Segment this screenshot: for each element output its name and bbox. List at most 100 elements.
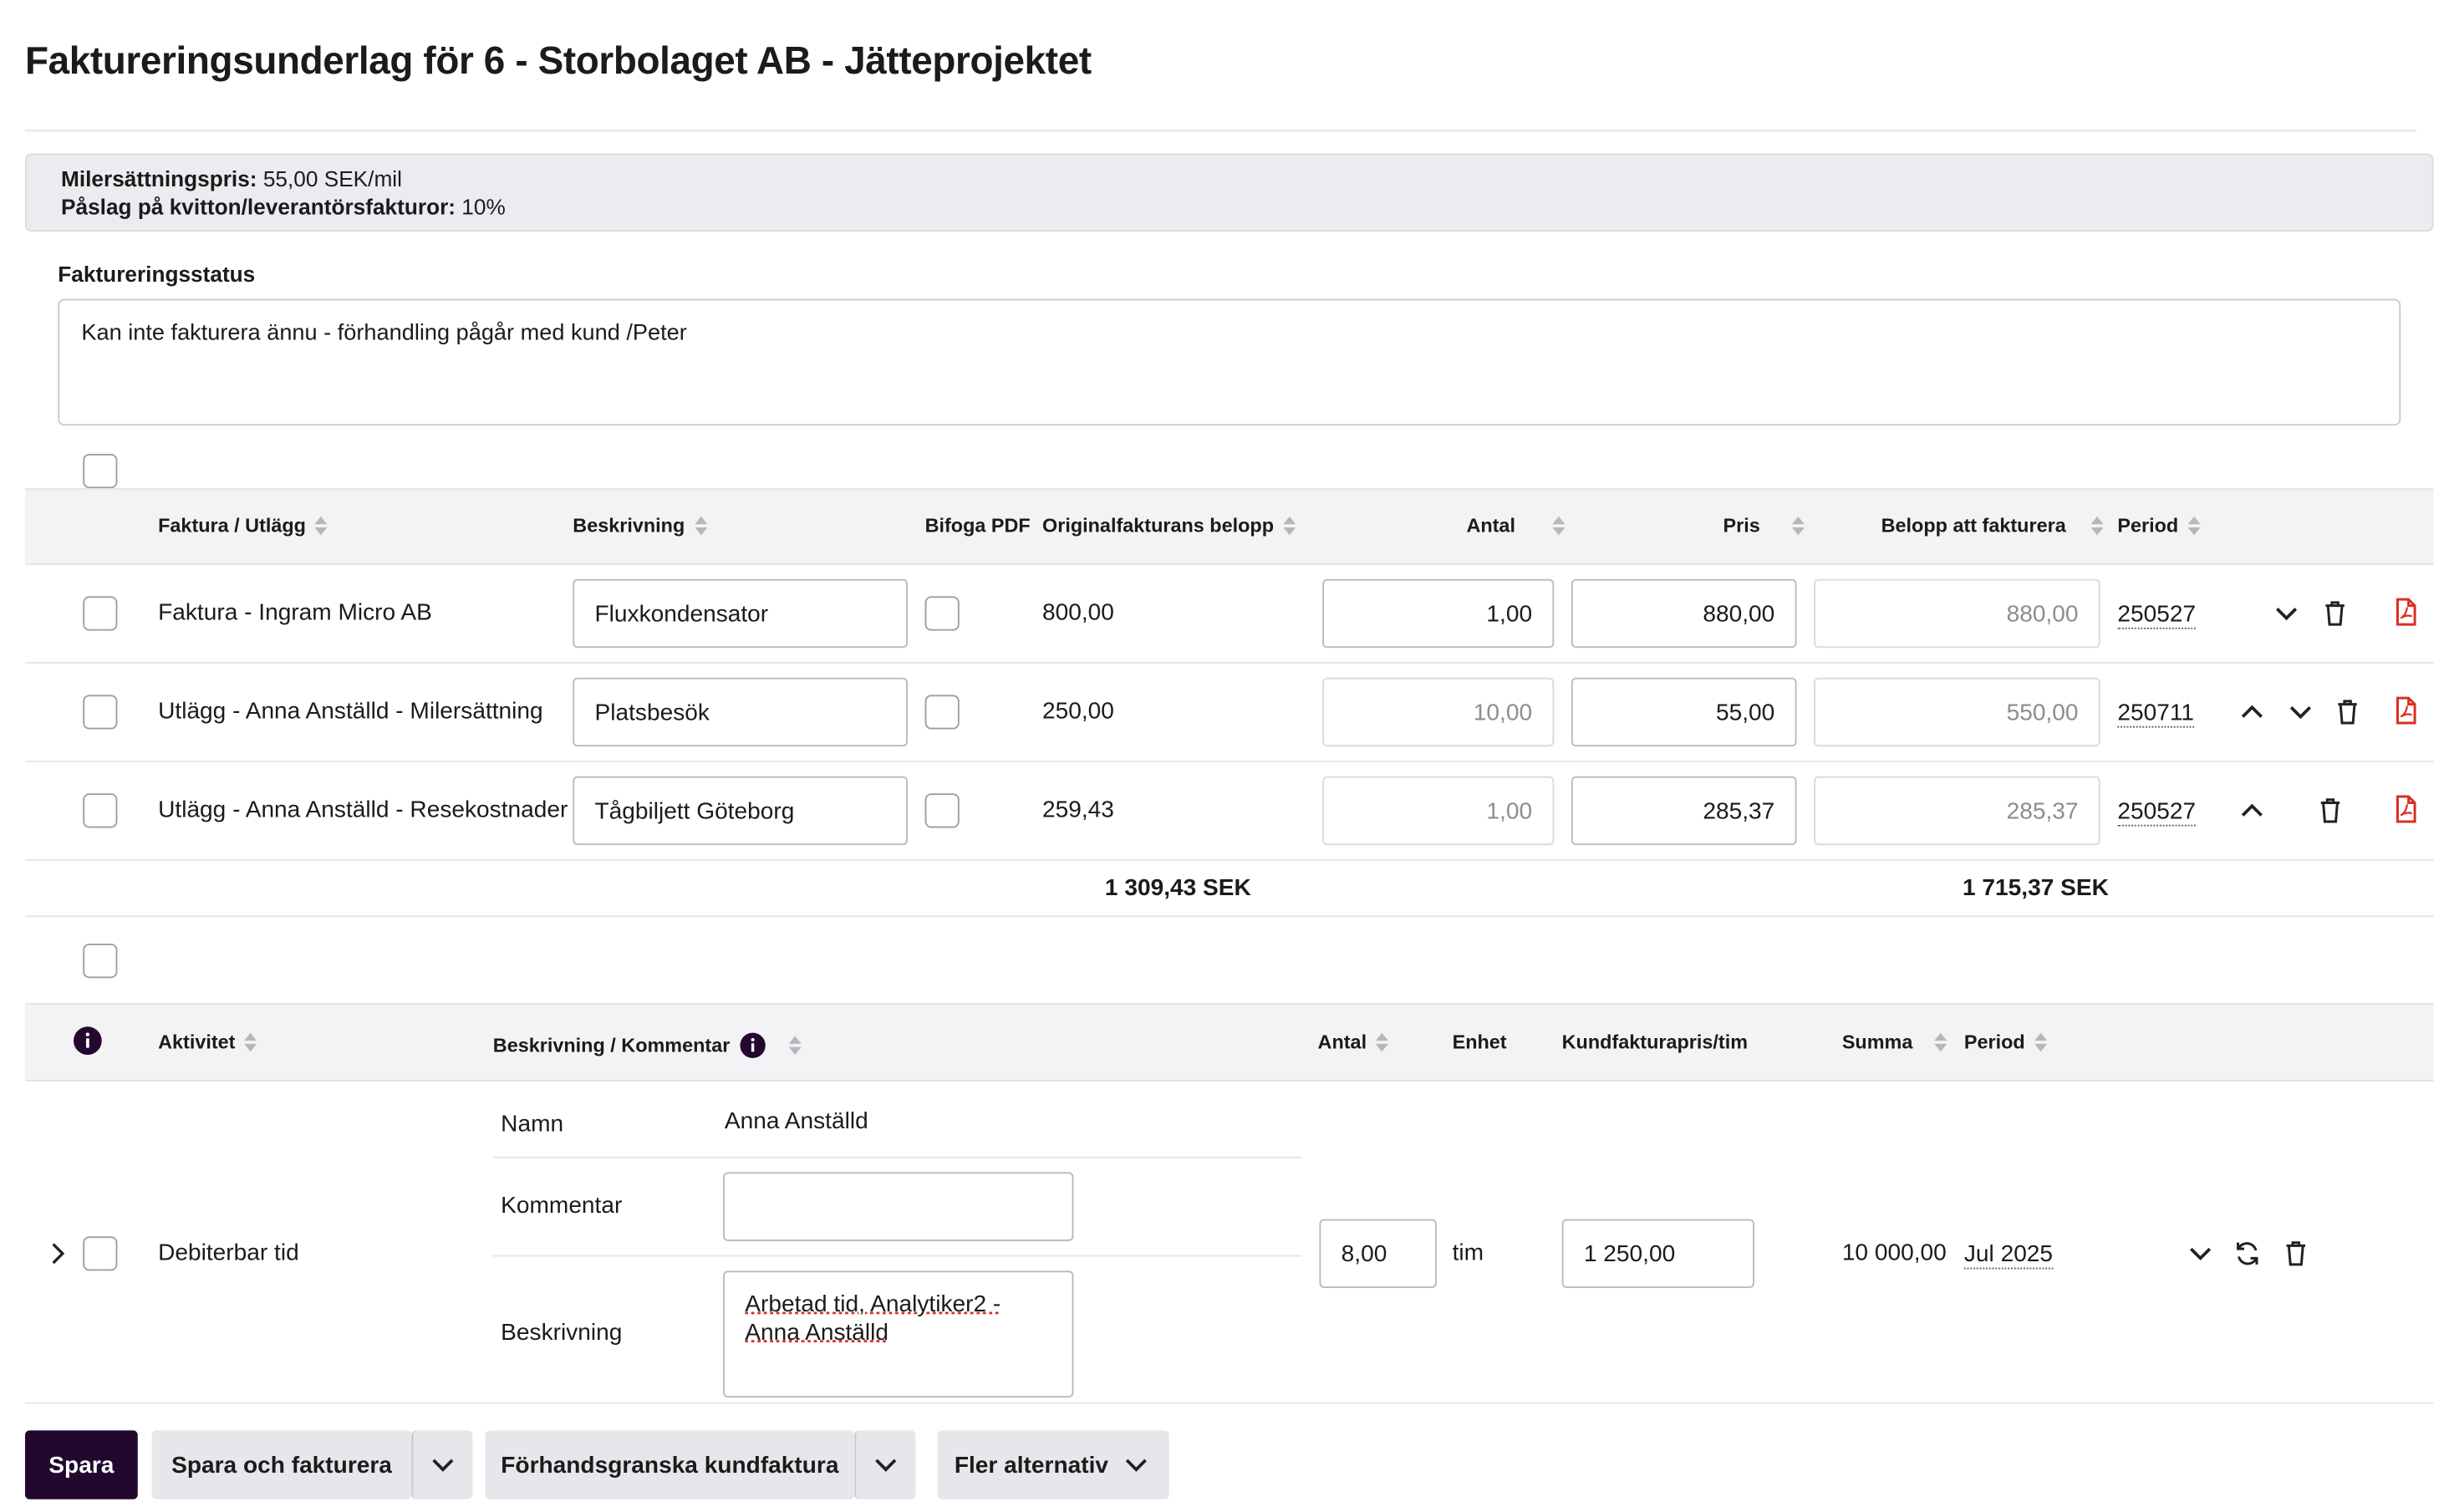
sort-icon	[2034, 1031, 2047, 1053]
trash-icon[interactable]	[2280, 1238, 2311, 1269]
info-icon[interactable]	[72, 1025, 103, 1056]
original-amount: 250,00	[1042, 698, 1114, 725]
chevron-down-icon	[1121, 1449, 1152, 1480]
sub-divider	[493, 1255, 1302, 1257]
row-type: Faktura - Ingram Micro AB	[158, 599, 432, 626]
save-and-invoice-button[interactable]: Spara och fakturera	[152, 1430, 412, 1499]
header-activity[interactable]: Aktivitet	[158, 1031, 257, 1053]
period-value[interactable]: 250711	[2117, 700, 2194, 728]
sort-icon	[1376, 1031, 1388, 1053]
trash-icon[interactable]	[2332, 696, 2363, 727]
chevron-up-icon[interactable]	[2237, 696, 2268, 727]
chevron-right-icon[interactable]	[43, 1238, 74, 1269]
sort-icon	[1791, 515, 1804, 537]
save-and-invoice-dropdown[interactable]	[411, 1430, 472, 1499]
mileage-info: Milersättningspris: 55,00 SEK/mil	[61, 165, 402, 191]
more-options-button[interactable]: Fler alternativ	[938, 1430, 1169, 1499]
markup-info: Påslag på kvitton/leverantörsfakturor: 1…	[61, 194, 506, 219]
description-input[interactable]: Platsbesök	[573, 678, 908, 746]
time-row-checkbox[interactable]	[83, 1236, 117, 1270]
header-description[interactable]: Beskrivning	[573, 515, 706, 537]
sort-icon	[695, 515, 707, 537]
header-amount-to-invoice[interactable]: Belopp att fakturera	[1881, 515, 2104, 537]
period-value[interactable]: 250527	[2117, 798, 2196, 827]
preview-invoice-dropdown[interactable]	[854, 1430, 915, 1499]
refresh-icon[interactable]	[2232, 1238, 2263, 1269]
sort-icon	[245, 1031, 257, 1053]
header-type[interactable]: Faktura / Utlägg	[158, 515, 328, 537]
total-amount-to-invoice: 1 715,37 SEK	[1963, 875, 2109, 902]
sort-icon	[2091, 515, 2104, 537]
comment-label: Kommentar	[501, 1193, 622, 1219]
quantity-input[interactable]: 1,00	[1322, 579, 1554, 648]
chevron-down-icon	[427, 1449, 458, 1480]
amount-to-invoice-field: 550,00	[1814, 678, 2100, 746]
activity-name: Debiterbar tid	[158, 1240, 299, 1266]
row-divider	[25, 1403, 2434, 1404]
header-period[interactable]: Period	[2117, 515, 2200, 537]
select-all-time-checkbox[interactable]	[83, 944, 117, 978]
pdf-icon[interactable]	[2390, 596, 2421, 627]
billing-status-textarea[interactable]: Kan inte fakturera ännu - förhandling på…	[58, 299, 2401, 426]
pdf-icon[interactable]	[2390, 695, 2421, 725]
attach-pdf-checkbox[interactable]	[925, 793, 960, 827]
row-divider	[25, 662, 2434, 664]
title-divider	[25, 130, 2416, 131]
amount-to-invoice-field: 880,00	[1814, 579, 2100, 648]
total-original-amount: 1 309,43 SEK	[1105, 875, 1251, 902]
header-original-amount[interactable]: Originalfakturans belopp	[1042, 515, 1296, 537]
description-input[interactable]: Fluxkondensator	[573, 579, 908, 648]
header-customer-price: Kundfakturapris/tim	[1562, 1031, 1748, 1053]
description-textarea[interactable]: Arbetad tid, Analytiker2 - Anna Anställd	[723, 1270, 1073, 1397]
chevron-down-icon[interactable]	[2285, 696, 2316, 727]
chevron-down-icon[interactable]	[2185, 1238, 2216, 1269]
quantity-field: 1,00	[1322, 776, 1554, 845]
page-title: Faktureringsunderlag för 6 - Storbolaget…	[25, 41, 1092, 84]
invoices-table-header: Faktura / Utlägg Beskrivning Bifoga PDF …	[25, 488, 2434, 565]
comment-input[interactable]	[723, 1172, 1073, 1240]
attach-pdf-checkbox[interactable]	[925, 695, 960, 729]
row-divider	[25, 761, 2434, 762]
time-period-value[interactable]: Jul 2025	[1964, 1241, 2053, 1270]
pdf-icon[interactable]	[2390, 793, 2421, 824]
header-attach-pdf: Bifoga PDF	[925, 515, 1031, 537]
customer-price-input[interactable]: 1 250,00	[1562, 1219, 1754, 1288]
price-input[interactable]: 880,00	[1571, 579, 1797, 648]
chevron-up-icon[interactable]	[2237, 795, 2268, 826]
row-checkbox[interactable]	[83, 695, 117, 729]
chevron-down-icon	[870, 1449, 901, 1480]
time-table-header: Aktivitet Beskrivning / Kommentar Antal …	[25, 1003, 2434, 1082]
price-input[interactable]: 55,00	[1571, 678, 1797, 746]
page: Faktureringsunderlag för 6 - Storbolaget…	[0, 0, 2454, 1512]
name-value: Anna Anställd	[725, 1108, 868, 1135]
period-value[interactable]: 250527	[2117, 601, 2196, 629]
info-icon[interactable]	[740, 1031, 768, 1060]
preview-invoice-button[interactable]: Förhandsgranska kundfaktura	[485, 1430, 854, 1499]
header-sum[interactable]: Summa	[1842, 1031, 1947, 1053]
sort-icon	[2187, 515, 2200, 537]
time-quantity-input[interactable]: 8,00	[1319, 1219, 1436, 1288]
row-type: Utlägg - Anna Anställd - Resekostnader	[158, 797, 568, 823]
row-checkbox[interactable]	[83, 793, 117, 827]
select-all-invoices-checkbox[interactable]	[83, 454, 117, 488]
info-panel: Milersättningspris: 55,00 SEK/mil Påslag…	[25, 153, 2434, 232]
header-time-quantity[interactable]: Antal	[1318, 1031, 1389, 1053]
header-time-period[interactable]: Period	[1964, 1031, 2047, 1053]
description-input[interactable]: Tågbiljett Göteborg	[573, 776, 908, 845]
sort-icon	[315, 515, 328, 537]
trash-icon[interactable]	[2319, 598, 2350, 629]
row-checkbox[interactable]	[83, 596, 117, 630]
row-divider	[25, 859, 2434, 861]
header-price[interactable]: Pris	[1723, 515, 1805, 537]
attach-pdf-checkbox[interactable]	[925, 596, 960, 630]
save-button[interactable]: Spara	[25, 1430, 138, 1499]
price-input[interactable]: 285,37	[1571, 776, 1797, 845]
sort-icon	[1935, 1031, 1947, 1053]
chevron-down-icon[interactable]	[2271, 598, 2302, 629]
header-quantity[interactable]: Antal	[1466, 515, 1565, 537]
sort-icon	[1553, 515, 1566, 537]
header-unit: Enhet	[1453, 1031, 1507, 1053]
sub-divider	[493, 1157, 1302, 1158]
header-description-comment[interactable]: Beskrivning / Kommentar	[493, 1031, 802, 1060]
trash-icon[interactable]	[2314, 795, 2345, 826]
